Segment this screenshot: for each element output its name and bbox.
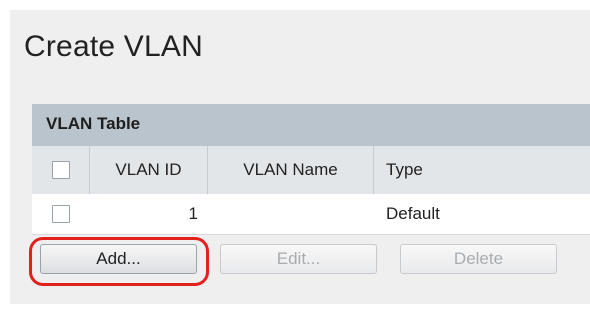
table-header: VLAN Table — [32, 104, 590, 147]
table-title: VLAN Table — [46, 114, 141, 133]
add-button-highlight — [29, 237, 209, 286]
column-label-type: Type — [386, 160, 423, 179]
vlan-table: VLAN Table VLAN ID VLAN Name Type 1 Defa… — [32, 104, 590, 236]
column-header-row: VLAN ID VLAN Name Type — [32, 146, 590, 195]
row-checkbox[interactable] — [52, 205, 70, 223]
column-header-vlan-name[interactable]: VLAN Name — [208, 146, 374, 194]
cell-vlan-name — [208, 194, 374, 234]
column-header-vlan-id[interactable]: VLAN ID — [90, 146, 208, 194]
page-title: Create VLAN — [24, 30, 203, 63]
delete-button[interactable]: Delete — [400, 244, 557, 274]
cell-type: Default — [374, 194, 590, 234]
vlan-id-value: 1 — [188, 204, 198, 223]
select-all-cell — [32, 146, 90, 194]
select-all-checkbox[interactable] — [51, 161, 70, 179]
row-select-cell — [32, 194, 90, 234]
column-label-vlan-name: VLAN Name — [243, 160, 338, 179]
type-value: Default — [386, 204, 440, 223]
column-label-vlan-id: VLAN ID — [115, 160, 182, 179]
table-row[interactable]: 1 Default — [32, 194, 590, 235]
cell-vlan-id: 1 — [90, 194, 198, 234]
column-header-type[interactable]: Type — [374, 146, 590, 194]
edit-button[interactable]: Edit... — [220, 244, 377, 274]
